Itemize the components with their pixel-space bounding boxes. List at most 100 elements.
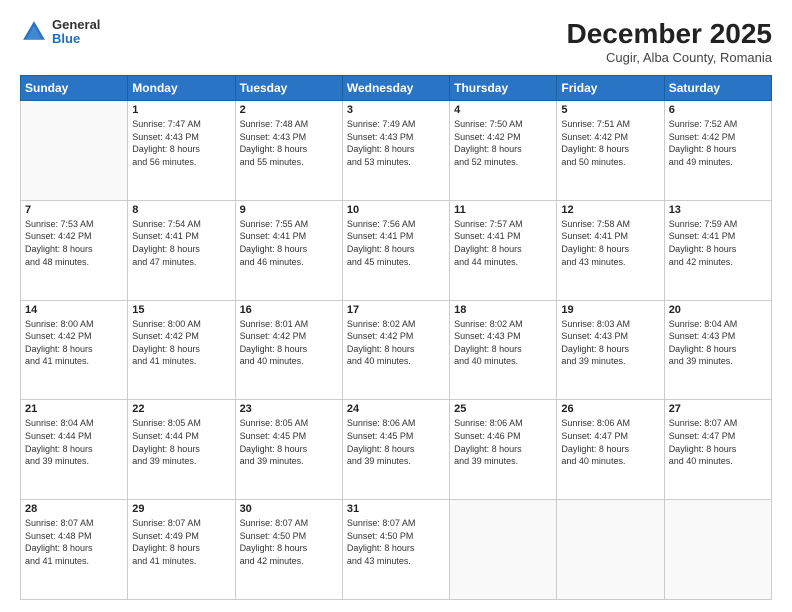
- day-info: Sunrise: 7:53 AMSunset: 4:42 PMDaylight:…: [25, 218, 123, 268]
- day-info: Sunrise: 7:51 AMSunset: 4:42 PMDaylight:…: [561, 118, 659, 168]
- day-number: 22: [132, 403, 230, 415]
- col-wednesday: Wednesday: [342, 76, 449, 101]
- day-number: 20: [669, 304, 767, 316]
- day-number: 1: [132, 104, 230, 116]
- day-number: 19: [561, 304, 659, 316]
- calendar-cell: 13Sunrise: 7:59 AMSunset: 4:41 PMDayligh…: [664, 200, 771, 300]
- day-info: Sunrise: 7:57 AMSunset: 4:41 PMDaylight:…: [454, 218, 552, 268]
- logo: General Blue: [20, 18, 100, 47]
- calendar-week-4: 21 Sunrise: 8:04 AMSunset: 4:44 PMDayligh…: [21, 400, 772, 500]
- col-saturday: Saturday: [664, 76, 771, 101]
- calendar-cell: [450, 500, 557, 600]
- calendar-cell: [557, 500, 664, 600]
- day-info: Sunrise: 7:52 AMSunset: 4:42 PMDaylight:…: [669, 118, 767, 168]
- calendar-cell: [21, 101, 128, 201]
- calendar-cell: 12 Sunrise: 7:58 AMSunset: 4:41 PMDayligh…: [557, 200, 664, 300]
- day-info: Sunrise: 8:06 AMSunset: 4:45 PMDaylight:…: [347, 417, 445, 467]
- calendar-table: Sunday Monday Tuesday Wednesday Thursday…: [20, 75, 772, 600]
- calendar-cell: 14Sunrise: 8:00 AMSunset: 4:42 PMDayligh…: [21, 300, 128, 400]
- calendar-cell: 8 Sunrise: 7:54 AMSunset: 4:41 PMDaylight…: [128, 200, 235, 300]
- calendar-cell: 1 Sunrise: 7:47 AMSunset: 4:43 PMDaylight…: [128, 101, 235, 201]
- day-number: 8: [132, 204, 230, 216]
- day-info: Sunrise: 8:04 AMSunset: 4:43 PMDaylight:…: [669, 318, 767, 368]
- day-info: Sunrise: 8:06 AMSunset: 4:46 PMDaylight:…: [454, 417, 552, 467]
- calendar-cell: 10 Sunrise: 7:56 AMSunset: 4:41 PMDayligh…: [342, 200, 449, 300]
- day-number: 13: [669, 204, 767, 216]
- col-monday: Monday: [128, 76, 235, 101]
- day-info: Sunrise: 8:05 AMSunset: 4:45 PMDaylight:…: [240, 417, 338, 467]
- day-number: 2: [240, 104, 338, 116]
- calendar-cell: 24 Sunrise: 8:06 AMSunset: 4:45 PMDayligh…: [342, 400, 449, 500]
- calendar-cell: 18Sunrise: 8:02 AMSunset: 4:43 PMDayligh…: [450, 300, 557, 400]
- calendar-cell: 4Sunrise: 7:50 AMSunset: 4:42 PMDaylight…: [450, 101, 557, 201]
- calendar-cell: 9Sunrise: 7:55 AMSunset: 4:41 PMDaylight…: [235, 200, 342, 300]
- day-number: 21: [25, 403, 123, 415]
- col-friday: Friday: [557, 76, 664, 101]
- calendar-header-row: Sunday Monday Tuesday Wednesday Thursday…: [21, 76, 772, 101]
- title-block: December 2025 Cugir, Alba County, Romani…: [567, 18, 772, 65]
- calendar-cell: 25 Sunrise: 8:06 AMSunset: 4:46 PMDayligh…: [450, 400, 557, 500]
- calendar-week-3: 14 Sunrise: 8:00 AMSunset: 4:42 PMDayligh…: [21, 300, 772, 400]
- calendar-cell: 16 Sunrise: 8:01 AMSunset: 4:42 PMDayligh…: [235, 300, 342, 400]
- day-number: 23: [240, 403, 338, 415]
- day-info: Sunrise: 8:05 AMSunset: 4:44 PMDaylight:…: [132, 417, 230, 467]
- day-info: Sunrise: 7:48 AMSunset: 4:43 PMDaylight:…: [240, 118, 338, 168]
- day-info: Sunrise: 8:07 AMSunset: 4:47 PMDaylight:…: [669, 417, 767, 467]
- logo-general: General: [52, 18, 100, 32]
- col-sunday: Sunday: [21, 76, 128, 101]
- calendar-week-2: 7Sunrise: 7:53 AMSunset: 4:42 PMDaylight…: [21, 200, 772, 300]
- day-number: 27: [669, 403, 767, 415]
- day-info: Sunrise: 7:54 AMSunset: 4:41 PMDaylight:…: [132, 218, 230, 268]
- day-number: 15: [132, 304, 230, 316]
- day-number: 25: [454, 403, 552, 415]
- day-info: Sunrise: 7:47 AMSunset: 4:43 PMDaylight:…: [132, 118, 230, 168]
- day-number: 17: [347, 304, 445, 316]
- day-number: 31: [347, 503, 445, 515]
- day-info: Sunrise: 8:01 AMSunset: 4:42 PMDaylight:…: [240, 318, 338, 368]
- logo-blue: Blue: [52, 32, 100, 46]
- page: General Blue December 2025 Cugir, Alba C…: [0, 0, 792, 612]
- header: General Blue December 2025 Cugir, Alba C…: [20, 18, 772, 65]
- day-number: 28: [25, 503, 123, 515]
- day-info: Sunrise: 8:04 AMSunset: 4:44 PMDaylight:…: [25, 417, 123, 467]
- day-number: 6: [669, 104, 767, 116]
- day-number: 11: [454, 204, 552, 216]
- calendar-cell: 27 Sunrise: 8:07 AMSunset: 4:47 PMDayligh…: [664, 400, 771, 500]
- calendar-cell: 22 Sunrise: 8:05 AMSunset: 4:44 PMDayligh…: [128, 400, 235, 500]
- day-info: Sunrise: 7:58 AMSunset: 4:41 PMDaylight:…: [561, 218, 659, 268]
- calendar-cell: 19Sunrise: 8:03 AMSunset: 4:43 PMDayligh…: [557, 300, 664, 400]
- logo-icon: [20, 18, 48, 46]
- calendar-cell: 15 Sunrise: 8:00 AMSunset: 4:42 PMDayligh…: [128, 300, 235, 400]
- calendar-week-5: 28 Sunrise: 8:07 AMSunset: 4:48 PMDayligh…: [21, 500, 772, 600]
- day-number: 24: [347, 403, 445, 415]
- calendar-cell: 30 Sunrise: 8:07 AMSunset: 4:50 PMDayligh…: [235, 500, 342, 600]
- day-number: 9: [240, 204, 338, 216]
- subtitle: Cugir, Alba County, Romania: [567, 50, 772, 65]
- day-info: Sunrise: 7:56 AMSunset: 4:41 PMDaylight:…: [347, 218, 445, 268]
- day-number: 3: [347, 104, 445, 116]
- calendar-cell: 23 Sunrise: 8:05 AMSunset: 4:45 PMDayligh…: [235, 400, 342, 500]
- day-number: 10: [347, 204, 445, 216]
- day-number: 5: [561, 104, 659, 116]
- logo-text: General Blue: [52, 18, 100, 47]
- calendar-cell: 6 Sunrise: 7:52 AMSunset: 4:42 PMDaylight…: [664, 101, 771, 201]
- col-tuesday: Tuesday: [235, 76, 342, 101]
- calendar-cell: 3Sunrise: 7:49 AMSunset: 4:43 PMDaylight…: [342, 101, 449, 201]
- calendar-cell: 7Sunrise: 7:53 AMSunset: 4:42 PMDaylight…: [21, 200, 128, 300]
- day-number: 30: [240, 503, 338, 515]
- day-number: 12: [561, 204, 659, 216]
- day-info: Sunrise: 8:00 AMSunset: 4:42 PMDaylight:…: [132, 318, 230, 368]
- day-number: 29: [132, 503, 230, 515]
- day-info: Sunrise: 8:07 AMSunset: 4:50 PMDaylight:…: [240, 517, 338, 567]
- day-number: 26: [561, 403, 659, 415]
- calendar-cell: 2 Sunrise: 7:48 AMSunset: 4:43 PMDaylight…: [235, 101, 342, 201]
- calendar-cell: 31Sunrise: 8:07 AMSunset: 4:50 PMDayligh…: [342, 500, 449, 600]
- calendar-cell: 17Sunrise: 8:02 AMSunset: 4:42 PMDayligh…: [342, 300, 449, 400]
- calendar-cell: 5 Sunrise: 7:51 AMSunset: 4:42 PMDaylight…: [557, 101, 664, 201]
- calendar-cell: 21 Sunrise: 8:04 AMSunset: 4:44 PMDayligh…: [21, 400, 128, 500]
- calendar-cell: 20 Sunrise: 8:04 AMSunset: 4:43 PMDayligh…: [664, 300, 771, 400]
- day-info: Sunrise: 8:02 AMSunset: 4:43 PMDaylight:…: [454, 318, 552, 368]
- day-number: 16: [240, 304, 338, 316]
- day-number: 14: [25, 304, 123, 316]
- day-info: Sunrise: 8:07 AMSunset: 4:48 PMDaylight:…: [25, 517, 123, 567]
